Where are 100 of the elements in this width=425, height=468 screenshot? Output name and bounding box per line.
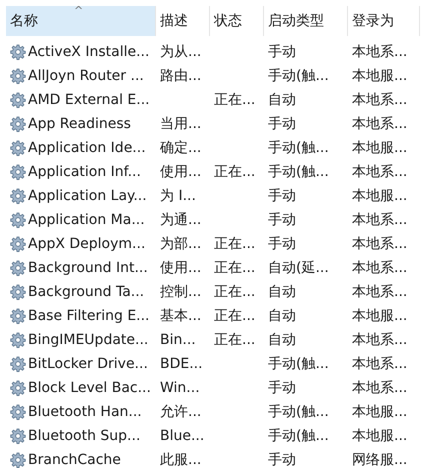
table-cell: 手动(触... xyxy=(268,355,329,373)
table-cell: 控制... xyxy=(160,283,202,301)
table-cell: 正在... xyxy=(214,259,256,277)
table-cell: 使用... xyxy=(160,163,202,181)
table-cell: 手动(触... xyxy=(268,403,329,421)
table-cell: 本地服... xyxy=(352,139,408,157)
service-name: AllJoyn Router ... xyxy=(28,68,144,84)
table-cell: 为通... xyxy=(160,211,202,229)
service-name: Application Lay... xyxy=(28,188,147,204)
gear-icon xyxy=(10,380,26,396)
gear-icon xyxy=(10,140,26,156)
table-cell: 为 I... xyxy=(160,187,196,205)
gear-icon xyxy=(10,68,26,84)
service-name: Background Int... xyxy=(28,260,148,276)
table-cell: 手动(触... xyxy=(268,163,329,181)
table-cell: 本地系... xyxy=(352,235,408,253)
table-cell: 本地服... xyxy=(352,187,408,205)
service-name: Base Filtering E... xyxy=(28,308,150,324)
service-name: Application Inf... xyxy=(28,164,141,180)
column-header[interactable]: 启动类型 xyxy=(264,6,348,36)
table-cell: 路由... xyxy=(160,67,202,85)
gear-icon xyxy=(10,284,26,300)
table-cell: 手动 xyxy=(268,379,296,397)
table-cell: Bin... xyxy=(160,332,196,348)
table-cell: 手动 xyxy=(268,115,296,133)
service-name: Bluetooth Sup... xyxy=(28,428,140,444)
gear-icon xyxy=(10,308,26,324)
gear-icon xyxy=(10,236,26,252)
service-name: Background Ta... xyxy=(28,284,144,300)
table-cell: 本地系... xyxy=(352,331,408,349)
service-name: ActiveX Installe... xyxy=(28,44,150,60)
service-name: BingIMEUpdate... xyxy=(28,332,148,348)
column-header[interactable]: 描述 xyxy=(156,6,210,36)
service-name: AppX Deploym... xyxy=(28,236,146,252)
table-cell: 手动(触... xyxy=(268,139,329,157)
table-cell: 正在... xyxy=(214,331,256,349)
table-cell: 本地系... xyxy=(352,163,408,181)
table-cell: 本地系... xyxy=(352,259,408,277)
table-cell: 本地服... xyxy=(352,403,408,421)
table-cell: 自动 xyxy=(268,283,296,301)
table-cell: 本地系... xyxy=(352,115,408,133)
table-cell: 手动 xyxy=(268,211,296,229)
table-cell: 自动(延... xyxy=(268,259,329,277)
table-cell: 自动 xyxy=(268,307,296,325)
gear-icon xyxy=(10,92,26,108)
table-cell: 本地服... xyxy=(352,307,408,325)
table-cell: BDE... xyxy=(160,356,203,372)
table-cell: Blue... xyxy=(160,428,204,444)
gear-icon xyxy=(10,356,26,372)
table-cell: 当用... xyxy=(160,115,202,133)
column-header[interactable]: 状态 xyxy=(210,6,264,36)
table-cell: 手动(触... xyxy=(268,427,329,445)
table-cell: 本地服... xyxy=(352,67,408,85)
table-cell: 正在... xyxy=(214,163,256,181)
table-cell: 正在... xyxy=(214,235,256,253)
table-cell: 本地系... xyxy=(352,43,408,61)
gear-icon xyxy=(10,188,26,204)
table-cell: 自动 xyxy=(268,91,296,109)
table-cell: 本地系... xyxy=(352,379,408,397)
gear-icon xyxy=(10,332,26,348)
table-cell: 本地服... xyxy=(352,427,408,445)
table-cell: 手动 xyxy=(268,451,296,468)
column-header[interactable]: 名称 ^ xyxy=(6,6,156,36)
gear-icon xyxy=(10,44,26,60)
service-name: AMD External E... xyxy=(28,92,150,108)
table-cell: 本地系... xyxy=(352,283,408,301)
sort-indicator: ^ xyxy=(74,5,84,16)
column-header[interactable]: 登录为 xyxy=(348,6,420,36)
table-cell: 正在... xyxy=(214,283,256,301)
service-name: Application Ma... xyxy=(28,212,145,228)
service-name: Bluetooth Han... xyxy=(28,404,142,420)
table-cell: 手动 xyxy=(268,187,296,205)
table-cell: 手动(触... xyxy=(268,67,329,85)
service-name: App Readiness xyxy=(28,116,131,132)
gear-icon xyxy=(10,452,26,468)
table-cell: 网络服... xyxy=(352,451,408,468)
table-cell: 为部... xyxy=(160,235,202,253)
table-cell: 正在... xyxy=(214,307,256,325)
gear-icon xyxy=(10,212,26,228)
table-cell: 手动 xyxy=(268,235,296,253)
gear-icon xyxy=(10,260,26,276)
table-cell: 允许... xyxy=(160,403,202,421)
table-cell: 本地系... xyxy=(352,91,408,109)
service-name: BranchCache xyxy=(28,452,121,468)
table-cell: 使用... xyxy=(160,259,202,277)
table-cell: 基本... xyxy=(160,307,202,325)
service-name: BitLocker Drive... xyxy=(28,356,148,372)
service-name: Block Level Bac... xyxy=(28,380,151,396)
gear-icon xyxy=(10,116,26,132)
table-cell: 正在... xyxy=(214,91,256,109)
table-cell: 此服... xyxy=(160,451,202,468)
gear-icon xyxy=(10,164,26,180)
table-cell: 手动 xyxy=(268,43,296,61)
gear-icon xyxy=(10,428,26,444)
table-cell: 为从... xyxy=(160,43,202,61)
service-name: Application Ide... xyxy=(28,140,146,156)
gear-icon xyxy=(10,404,26,420)
table-cell: 本地系... xyxy=(352,211,408,229)
table-cell: Win... xyxy=(160,380,200,396)
table-cell: 本地系... xyxy=(352,355,408,373)
